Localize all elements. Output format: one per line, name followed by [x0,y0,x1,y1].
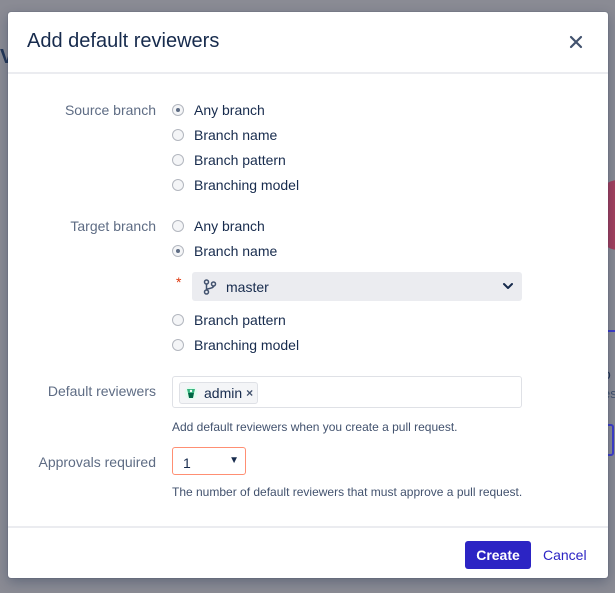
reviewer-name: admin [204,385,243,401]
radio-label: Any branch [194,102,265,118]
target-branch-option-pattern[interactable]: Branch pattern [172,310,286,330]
radio-label: Branching model [194,177,300,193]
remove-tag-icon[interactable]: × [246,386,253,400]
caret-down-icon: ▼ [229,455,239,466]
target-branch-option-name[interactable]: Branch name [172,241,277,261]
branch-select-value: master [226,278,269,295]
approvals-help: The number of default reviewers that mus… [172,485,523,499]
radio-label: Branch pattern [194,312,286,328]
radio-label: Branch pattern [194,152,286,168]
approvals-select[interactable]: 1 ▼ [172,447,246,475]
branch-select[interactable]: master [192,272,522,301]
chevron-down-icon [503,283,513,289]
git-branch-icon [203,278,217,295]
source-branch-option-any[interactable]: Any branch [172,100,265,120]
default-reviewers-help: Add default reviewers when you create a … [172,420,458,434]
radio-button[interactable] [172,154,184,166]
source-branch-option-model[interactable]: Branching model [172,175,299,195]
dialog-header: Add default reviewers [8,12,608,74]
cancel-button[interactable]: Cancel [543,547,587,563]
source-branch-option-name[interactable]: Branch name [172,125,277,145]
add-default-reviewers-dialog: Add default reviewers Source branch Any … [8,12,608,578]
dialog-title: Add default reviewers [27,30,220,52]
approvals-required-label: Approvals required [38,454,156,470]
radio-label: Any branch [194,218,265,234]
reviewer-tag: admin × [179,382,259,404]
radio-button[interactable] [172,339,184,351]
reviewers-input[interactable]: admin × [172,376,522,408]
approvals-select-value: 1 [183,455,191,471]
avatar-icon [184,386,198,400]
create-button[interactable]: Create [465,541,531,569]
required-indicator: * [176,274,182,290]
radio-button[interactable] [172,104,184,116]
radio-label: Branching model [194,337,300,353]
source-branch-option-pattern[interactable]: Branch pattern [172,150,286,170]
dialog-footer: Create Cancel [8,526,608,580]
radio-button[interactable] [172,314,184,326]
radio-button[interactable] [172,245,184,257]
target-branch-option-any[interactable]: Any branch [172,216,265,236]
radio-button[interactable] [172,179,184,191]
radio-label: Branch name [194,127,278,143]
close-icon[interactable] [564,30,588,54]
radio-label: Branch name [194,243,278,259]
default-reviewers-label: Default reviewers [47,383,156,399]
target-branch-option-model[interactable]: Branching model [172,335,299,355]
source-branch-label: Source branch [64,102,156,118]
radio-button[interactable] [172,129,184,141]
target-branch-label: Target branch [70,218,156,234]
radio-button[interactable] [172,220,184,232]
